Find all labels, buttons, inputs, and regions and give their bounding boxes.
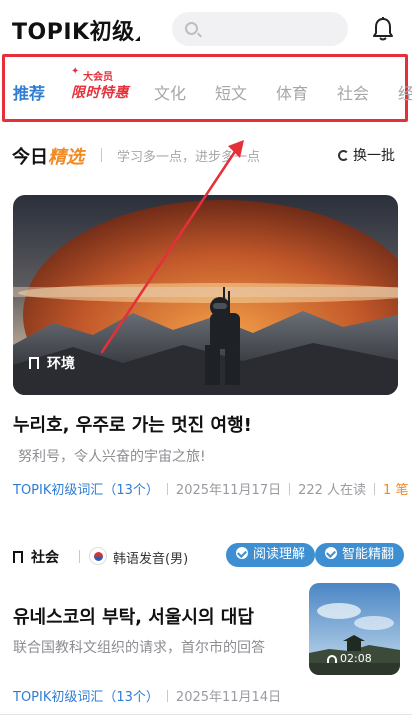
hero-category-tag: 环境 — [29, 353, 75, 373]
article-title[interactable]: 누리호, 우주로 가는 멋진 여행! — [13, 411, 252, 437]
divider — [166, 690, 168, 702]
pill-label: 阅读理解 — [253, 547, 306, 562]
article-category-label: 社会 — [31, 550, 59, 566]
article-date: 2025年11月14日 — [175, 690, 282, 705]
smart-translation-badge[interactable]: 智能精翻 — [315, 543, 405, 567]
check-icon — [236, 547, 248, 559]
tab-culture[interactable]: 文化 — [154, 80, 186, 104]
crown-icon: ✦ — [71, 66, 80, 77]
article-subtitle: 联合国教科文组织的请求，首尔市的回答 — [13, 640, 265, 656]
article-thumbnail[interactable]: 02:08 — [309, 583, 400, 675]
bookmark-icon — [13, 551, 23, 563]
today-title-a: 今日 — [12, 147, 48, 168]
tab-society[interactable]: 社会 — [337, 80, 369, 104]
check-icon — [325, 547, 337, 559]
divider — [166, 483, 168, 495]
article-date: 2025年11月17日 — [175, 483, 282, 498]
tab-economy[interactable]: 经 — [398, 80, 412, 104]
hero-article-image[interactable]: 环境 — [13, 195, 398, 395]
divider — [289, 483, 291, 495]
article-meta: TOPIK初级词汇（13个） 2025年11月17日 222 人在读 1 笔 — [13, 479, 408, 498]
bell-icon[interactable] — [371, 16, 395, 42]
voice-label: 韩语发音(男) — [113, 552, 189, 567]
divider — [0, 714, 412, 715]
divider — [101, 148, 102, 162]
bookmark-icon — [29, 357, 39, 369]
article-tags-row: 社会 韩语发音(男) 阅读理解 智能精翻 — [13, 543, 405, 569]
today-picks-header: 今日精选 学习多一点，进步多一点 换一批 — [0, 140, 412, 170]
divider — [79, 550, 80, 563]
reader-count: 222 人在读 — [298, 483, 367, 498]
refresh-label: 换一批 — [353, 148, 395, 164]
today-title-b: 精选 — [48, 147, 84, 168]
tab-recommend[interactable]: 推荐 — [13, 80, 45, 104]
promo-top-label: 大会员 — [83, 72, 113, 83]
refresh-button[interactable]: 换一批 — [338, 145, 395, 165]
promo-badge[interactable]: ✦ 大会员 限时特惠 — [69, 66, 133, 102]
article-title[interactable]: 유네스코의 부탁, 서울시의 대답 — [13, 603, 254, 629]
refresh-icon — [338, 150, 349, 161]
tab-sports[interactable]: 体育 — [276, 80, 308, 104]
search-input[interactable] — [172, 12, 348, 46]
article-meta: TOPIK初级词汇（13个） 2025年11月14日 — [13, 686, 281, 705]
dropdown-caret-icon[interactable] — [135, 36, 140, 41]
search-icon — [185, 22, 198, 35]
article-category: 社会 — [13, 547, 59, 567]
app-title[interactable]: TOPIK初级 — [12, 14, 135, 46]
tab-short-text[interactable]: 短文 — [215, 80, 247, 104]
audio-duration: 02:08 — [327, 652, 372, 665]
vocab-link[interactable]: TOPIK初级词汇（13个） — [13, 483, 159, 498]
divider — [374, 483, 376, 495]
reading-comprehension-badge[interactable]: 阅读理解 — [226, 543, 316, 567]
korea-flag-icon — [89, 547, 107, 565]
vocab-link[interactable]: TOPIK初级词汇（13个） — [13, 690, 159, 705]
today-picks-title: 今日精选 — [12, 143, 84, 169]
category-tab-bar: 推荐 ✦ 大会员 限时特惠 文化 短文 体育 社会 经 — [2, 54, 412, 122]
app-header: TOPIK初级 — [0, 0, 412, 54]
hero-tag-label: 环境 — [47, 356, 75, 372]
duration-label: 02:08 — [340, 652, 372, 665]
article-subtitle: 努利号，令人兴奋的宇宙之旅! — [18, 449, 206, 465]
pill-label: 智能精翻 — [342, 547, 395, 562]
notes-count: 1 笔 — [383, 483, 409, 498]
headphone-icon — [327, 655, 337, 663]
today-picks-subtitle: 学习多一点，进步多一点 — [117, 150, 261, 165]
promo-main-label: 限时特惠 — [71, 85, 129, 101]
